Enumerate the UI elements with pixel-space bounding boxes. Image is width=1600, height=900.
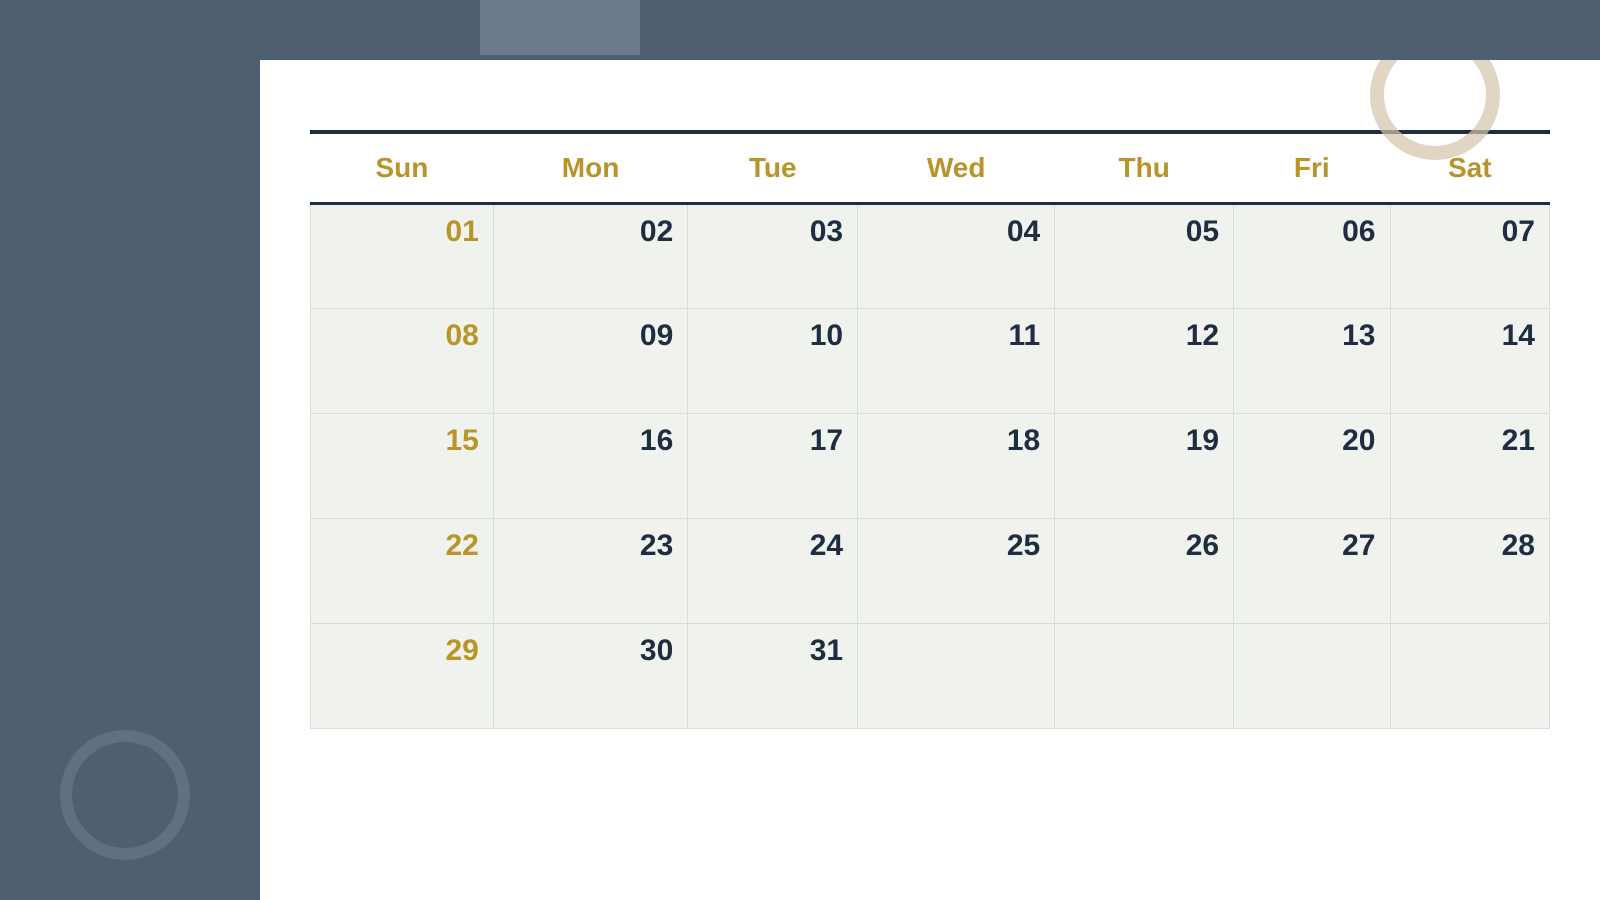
day-number: 22 (325, 529, 479, 563)
header-mon: Mon (493, 134, 687, 204)
calendar-week-row: 15 16 17 18 19 20 21 (311, 414, 1550, 519)
calendar-cell: 15 (311, 414, 494, 519)
day-number: 29 (325, 634, 479, 668)
day-number: 28 (1405, 529, 1536, 563)
header-fri: Fri (1234, 134, 1390, 204)
day-number: 30 (508, 634, 673, 668)
calendar-cell: 23 (493, 519, 687, 624)
day-number: 03 (702, 215, 843, 249)
day-number: 09 (508, 319, 673, 353)
day-number: 24 (702, 529, 843, 563)
calendar-cell: 16 (493, 414, 687, 519)
calendar-cell: 18 (858, 414, 1055, 519)
calendar-cell: 11 (858, 309, 1055, 414)
bg-tab-decoration (480, 0, 640, 55)
calendar-cell: 28 (1390, 519, 1550, 624)
calendar-cell: 30 (493, 624, 687, 729)
day-number: 18 (872, 424, 1040, 458)
calendar-cell: 20 (1234, 414, 1390, 519)
day-number: 07 (1405, 215, 1536, 249)
day-number: 08 (325, 319, 479, 353)
day-number: 14 (1405, 319, 1536, 353)
calendar-cell (1055, 624, 1234, 729)
header-sun: Sun (311, 134, 494, 204)
calendar-cell: 04 (858, 204, 1055, 309)
sidebar (0, 0, 260, 900)
header-wed: Wed (858, 134, 1055, 204)
calendar-cell (858, 624, 1055, 729)
calendar-cell: 22 (311, 519, 494, 624)
calendar-grid: Sun Mon Tue Wed Thu Fri Sat 01 02 03 04 05 06… (310, 134, 1550, 729)
calendar-cell: 02 (493, 204, 687, 309)
header-thu: Thu (1055, 134, 1234, 204)
calendar-cell: 26 (1055, 519, 1234, 624)
calendar-week-row: 08 09 10 11 12 13 14 (311, 309, 1550, 414)
header-tue: Tue (688, 134, 858, 204)
calendar-cell: 03 (688, 204, 858, 309)
day-number: 26 (1069, 529, 1219, 563)
calendar-cell: 31 (688, 624, 858, 729)
day-number: 01 (325, 215, 479, 249)
day-number: 13 (1248, 319, 1375, 353)
calendar-cell (1390, 624, 1550, 729)
day-number: 23 (508, 529, 673, 563)
day-number: 04 (872, 215, 1040, 249)
calendar-cell: 06 (1234, 204, 1390, 309)
calendar-cell: 08 (311, 309, 494, 414)
calendar-cell: 10 (688, 309, 858, 414)
day-number: 02 (508, 215, 673, 249)
calendar-cell: 14 (1390, 309, 1550, 414)
calendar-cell: 24 (688, 519, 858, 624)
calendar-area: Sun Mon Tue Wed Thu Fri Sat 01 02 03 04 05 06… (260, 60, 1600, 900)
day-number: 10 (702, 319, 843, 353)
day-number: 20 (1248, 424, 1375, 458)
calendar-cell: 19 (1055, 414, 1234, 519)
calendar-cell: 05 (1055, 204, 1234, 309)
calendar-week-row: 22 23 24 25 26 27 28 (311, 519, 1550, 624)
calendar-cell: 29 (311, 624, 494, 729)
day-number: 31 (702, 634, 843, 668)
calendar-week-row: 29 30 31 (311, 624, 1550, 729)
calendar-cell: 25 (858, 519, 1055, 624)
day-number: 16 (508, 424, 673, 458)
day-number: 15 (325, 424, 479, 458)
day-headers-row: Sun Mon Tue Wed Thu Fri Sat (311, 134, 1550, 204)
calendar-cell: 07 (1390, 204, 1550, 309)
day-number: 25 (872, 529, 1040, 563)
page-wrapper: Sun Mon Tue Wed Thu Fri Sat 01 02 03 04 05 06… (0, 0, 1600, 900)
day-number: 06 (1248, 215, 1375, 249)
day-number: 19 (1069, 424, 1219, 458)
calendar-cell (1234, 624, 1390, 729)
calendar-cell: 13 (1234, 309, 1390, 414)
calendar-cell: 09 (493, 309, 687, 414)
calendar-cell: 21 (1390, 414, 1550, 519)
calendar-week-row: 01 02 03 04 05 06 07 (311, 204, 1550, 309)
day-number: 17 (702, 424, 843, 458)
day-number: 27 (1248, 529, 1375, 563)
day-number: 21 (1405, 424, 1536, 458)
calendar-cell: 27 (1234, 519, 1390, 624)
day-number: 12 (1069, 319, 1219, 353)
day-number: 11 (872, 319, 1040, 353)
day-number: 05 (1069, 215, 1219, 249)
calendar-cell: 01 (311, 204, 494, 309)
decorative-circle-left (60, 730, 190, 860)
calendar-cell: 17 (688, 414, 858, 519)
calendar-cell: 12 (1055, 309, 1234, 414)
